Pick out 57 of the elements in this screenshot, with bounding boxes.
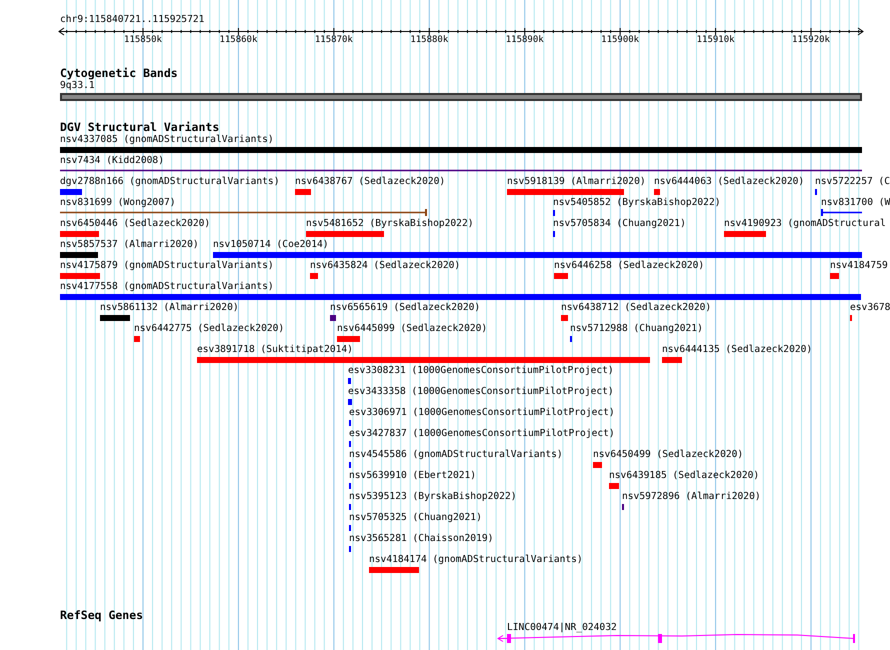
variant-label: nsv6446258 (Sedlazeck2020) bbox=[554, 260, 704, 272]
variant-label: nsv5705325 (Chuang2021) bbox=[349, 512, 482, 524]
variant-label: nsv6444063 (Sedlazeck2020) bbox=[654, 176, 804, 188]
variant-label: nsv5918139 (Almarri2020) bbox=[507, 176, 646, 188]
location-label: chr9:115840721..115925721 bbox=[60, 14, 204, 26]
variant-label: nsv5405852 (ByrskaBishop2022) bbox=[553, 197, 721, 209]
ruler-tick-label: 115910k bbox=[696, 35, 736, 46]
variant-label: nsv4184174 (gnomADStructuralVariants) bbox=[369, 554, 583, 566]
band-label: 9q33.1 bbox=[60, 80, 95, 92]
variant-label: esv3427837 (1000GenomesConsortiumPilotProject) bbox=[349, 428, 615, 440]
variant-label: nsv4337085 (gnomADStructuralVariants) bbox=[60, 134, 274, 146]
variant-label: esv3306971 (1000GenomesConsortiumPilotProject) bbox=[349, 407, 615, 419]
variant-label: nsv1050714 (Coe2014) bbox=[213, 239, 329, 251]
ruler-tick-label: 115870k bbox=[314, 35, 354, 46]
variant-label: nsv4545586 (gnomADStructuralVariants) bbox=[349, 449, 563, 461]
variant-label: nsv6565619 (Sedlazeck2020) bbox=[330, 302, 480, 314]
variant-label: nsv5395123 (ByrskaBishop2022) bbox=[349, 491, 517, 503]
variant-label: nsv4190923 (gnomADStructural bbox=[724, 218, 886, 230]
variant-label: esv3891718 (Suktitipat2014) bbox=[197, 344, 353, 356]
variant-label: dgv2788n166 (gnomADStructuralVariants) bbox=[60, 176, 280, 188]
variant-label: nsv4175879 (gnomADStructuralVariants) bbox=[60, 260, 274, 272]
variant-label: nsv5639910 (Ebert2021) bbox=[349, 470, 476, 482]
variant-label: nsv5481652 (ByrskaBishop2022) bbox=[306, 218, 474, 230]
variant-label: nsv4184759 bbox=[830, 260, 888, 272]
variant-label: nsv6450499 (Sedlazeck2020) bbox=[593, 449, 744, 461]
variant-label: nsv5972896 (Almarri2020) bbox=[622, 491, 761, 503]
variant-label: esv3433358 (1000GenomesConsortiumPilotProject) bbox=[348, 386, 614, 398]
ruler-tick-label: 115880k bbox=[409, 35, 450, 46]
ruler-tick-label: 115890k bbox=[504, 35, 545, 46]
track-title: RefSeq Genes bbox=[60, 609, 144, 622]
variant-label: nsv831699 (Wong2007) bbox=[60, 197, 176, 209]
variant-label: nsv5722257 (C bbox=[815, 176, 890, 188]
variant-label: nsv4177558 (gnomADStructuralVariants) bbox=[60, 281, 274, 293]
variant-label: nsv6442775 (Sedlazeck2020) bbox=[134, 323, 284, 335]
track-title: DGV Structural Variants bbox=[60, 121, 220, 134]
variant-label: esv3308231 (1000GenomesConsortiumPilotProject) bbox=[348, 365, 614, 377]
variant-label: nsv6439185 (Sedlazeck2020) bbox=[609, 470, 760, 482]
variant-label: nsv6438712 (Sedlazeck2020) bbox=[561, 302, 712, 314]
ruler-tick-label: 115850k bbox=[123, 35, 163, 46]
variant-label: nsv3565281 (Chaisson2019) bbox=[349, 533, 494, 545]
variant-label: nsv5712988 (Chuang2021) bbox=[570, 323, 703, 335]
gene-label: LINC00474|NR_024032 bbox=[507, 622, 617, 634]
variant-label: nsv7434 (Kidd2008) bbox=[60, 155, 164, 167]
variant-label: nsv6450446 (Sedlazeck2020) bbox=[60, 218, 210, 230]
variant-label: nsv5705834 (Chuang2021) bbox=[553, 218, 686, 230]
variant-label: nsv5861132 (Almarri2020) bbox=[100, 302, 239, 314]
variant-label: nsv6445099 (Sedlazeck2020) bbox=[337, 323, 488, 335]
ruler-tick-label: 115860k bbox=[218, 35, 258, 46]
variant-label: nsv5857537 (Almarri2020) bbox=[60, 239, 199, 251]
variant-label: nsv831700 (W bbox=[821, 197, 890, 209]
ruler-tick-label: 115900k bbox=[600, 35, 640, 46]
variant-label: esv3678 bbox=[850, 302, 890, 314]
ruler-tick-label: 115920k bbox=[791, 35, 831, 46]
variant-label: nsv6438767 (Sedlazeck2020) bbox=[295, 176, 446, 188]
variant-label: nsv6435824 (Sedlazeck2020) bbox=[310, 260, 460, 272]
variant-label: nsv6444135 (Sedlazeck2020) bbox=[662, 344, 812, 356]
track-title: Cytogenetic Bands bbox=[60, 67, 178, 80]
